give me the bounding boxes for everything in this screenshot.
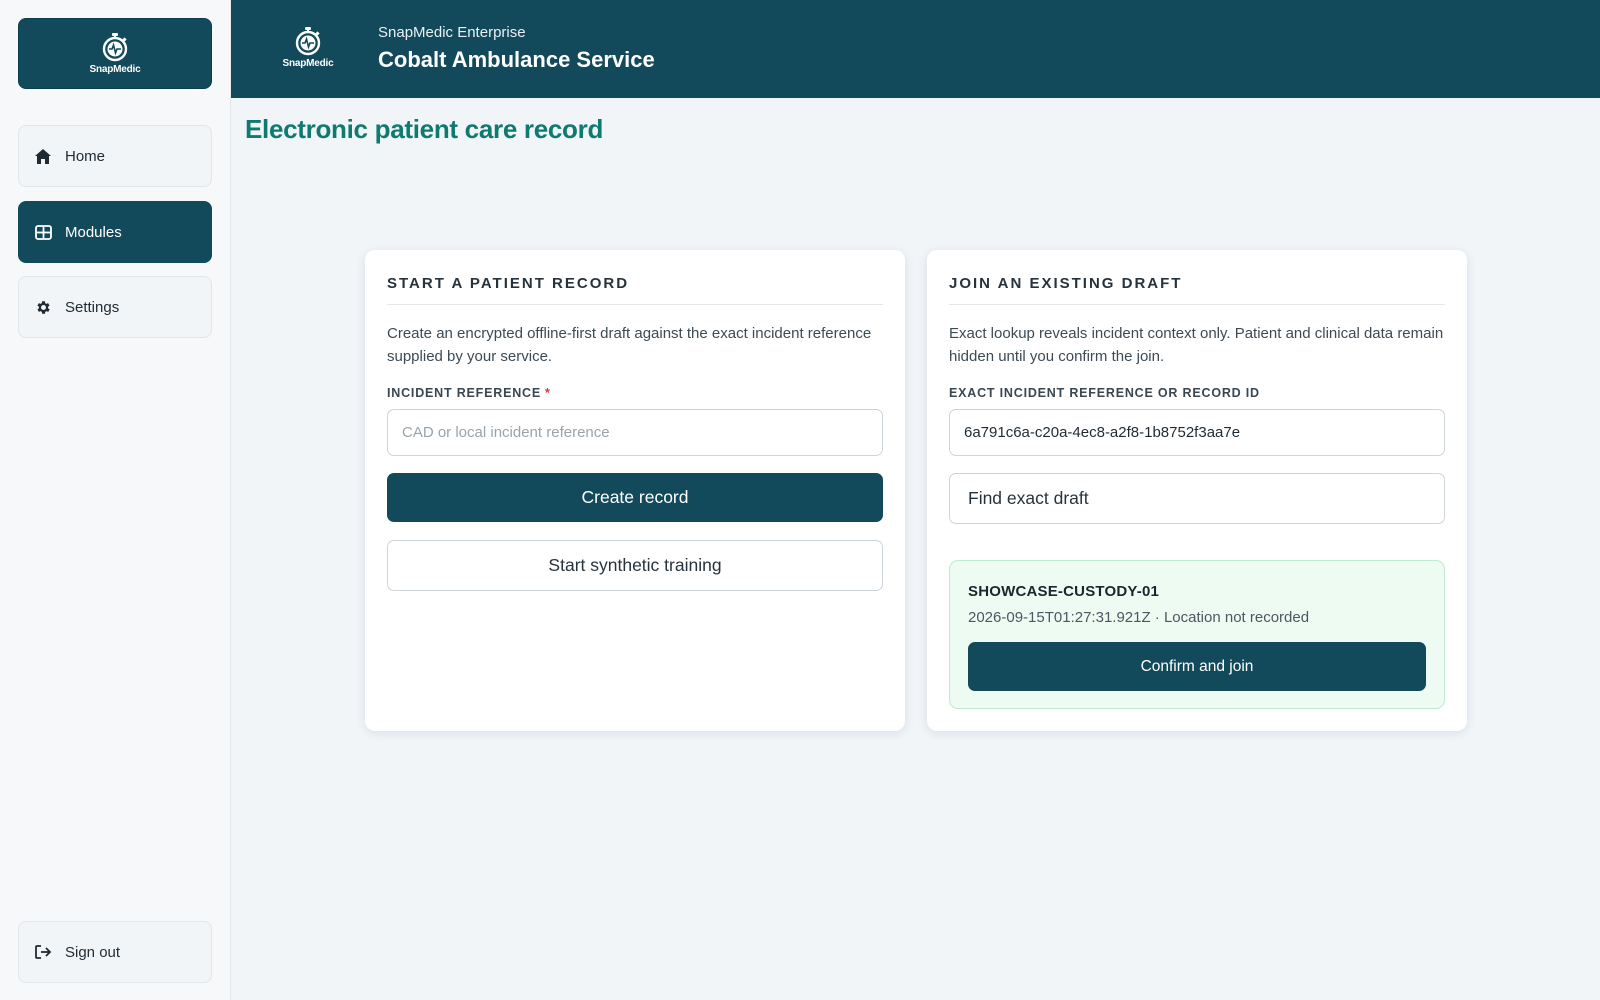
sidebar-item-label: Settings bbox=[65, 298, 120, 316]
record-id-input[interactable] bbox=[949, 409, 1445, 456]
home-icon bbox=[33, 146, 53, 166]
sidebar-item-modules[interactable]: Modules bbox=[18, 201, 212, 263]
find-draft-button[interactable]: Find exact draft bbox=[949, 473, 1445, 524]
draft-result: SHOWCASE-CUSTODY-01 2026-09-15T01:27:31.… bbox=[949, 560, 1445, 709]
incident-reference-input[interactable] bbox=[387, 409, 883, 456]
required-marker: * bbox=[545, 386, 551, 400]
confirm-join-button[interactable]: Confirm and join bbox=[968, 642, 1426, 691]
header-logo: SnapMedic bbox=[277, 26, 339, 69]
create-record-button[interactable]: Create record bbox=[387, 473, 883, 522]
app-header: SnapMedic SnapMedic Enterprise Cobalt Am… bbox=[231, 0, 1600, 98]
join-draft-card: JOIN AN EXISTING DRAFT Exact lookup reve… bbox=[927, 250, 1467, 731]
sidebar-item-settings[interactable]: Settings bbox=[18, 276, 212, 338]
sidebar: SnapMedic Home Modules Settings Sign out bbox=[0, 0, 231, 1000]
card-description: Exact lookup reveals incident context on… bbox=[949, 325, 1444, 365]
logo-text: SnapMedic bbox=[282, 58, 334, 69]
start-training-button[interactable]: Start synthetic training bbox=[387, 540, 883, 591]
draft-meta: 2026-09-15T01:27:31.921Z · Location not … bbox=[968, 609, 1310, 626]
sign-out-icon bbox=[33, 942, 53, 962]
sidebar-item-home[interactable]: Home bbox=[18, 125, 212, 187]
sidebar-item-label: Home bbox=[65, 147, 106, 165]
sign-out-button[interactable]: Sign out bbox=[18, 921, 212, 983]
incident-reference-label: INCIDENT REFERENCE * bbox=[387, 386, 551, 400]
logo-text: SnapMedic bbox=[89, 64, 141, 75]
sidebar-logo[interactable]: SnapMedic bbox=[18, 18, 212, 89]
draft-id: SHOWCASE-CUSTODY-01 bbox=[968, 583, 1160, 600]
field-label-text: INCIDENT REFERENCE bbox=[387, 386, 541, 400]
start-record-card: START A PATIENT RECORD Create an encrypt… bbox=[365, 250, 905, 731]
stopwatch-icon bbox=[295, 27, 321, 56]
header-subtitle: SnapMedic Enterprise bbox=[378, 24, 526, 41]
sign-out-label: Sign out bbox=[65, 943, 121, 961]
card-description: Create an encrypted offline-first draft … bbox=[387, 325, 872, 365]
sidebar-item-label: Modules bbox=[65, 223, 122, 241]
card-heading: START A PATIENT RECORD bbox=[387, 275, 883, 305]
gear-icon bbox=[33, 297, 53, 317]
stopwatch-icon bbox=[102, 33, 128, 62]
grid-icon bbox=[33, 222, 53, 242]
page-title: Electronic patient care record bbox=[245, 114, 604, 144]
card-heading: JOIN AN EXISTING DRAFT bbox=[949, 275, 1445, 305]
record-id-label: EXACT INCIDENT REFERENCE OR RECORD ID bbox=[949, 386, 1260, 400]
header-title: Cobalt Ambulance Service bbox=[378, 47, 655, 72]
